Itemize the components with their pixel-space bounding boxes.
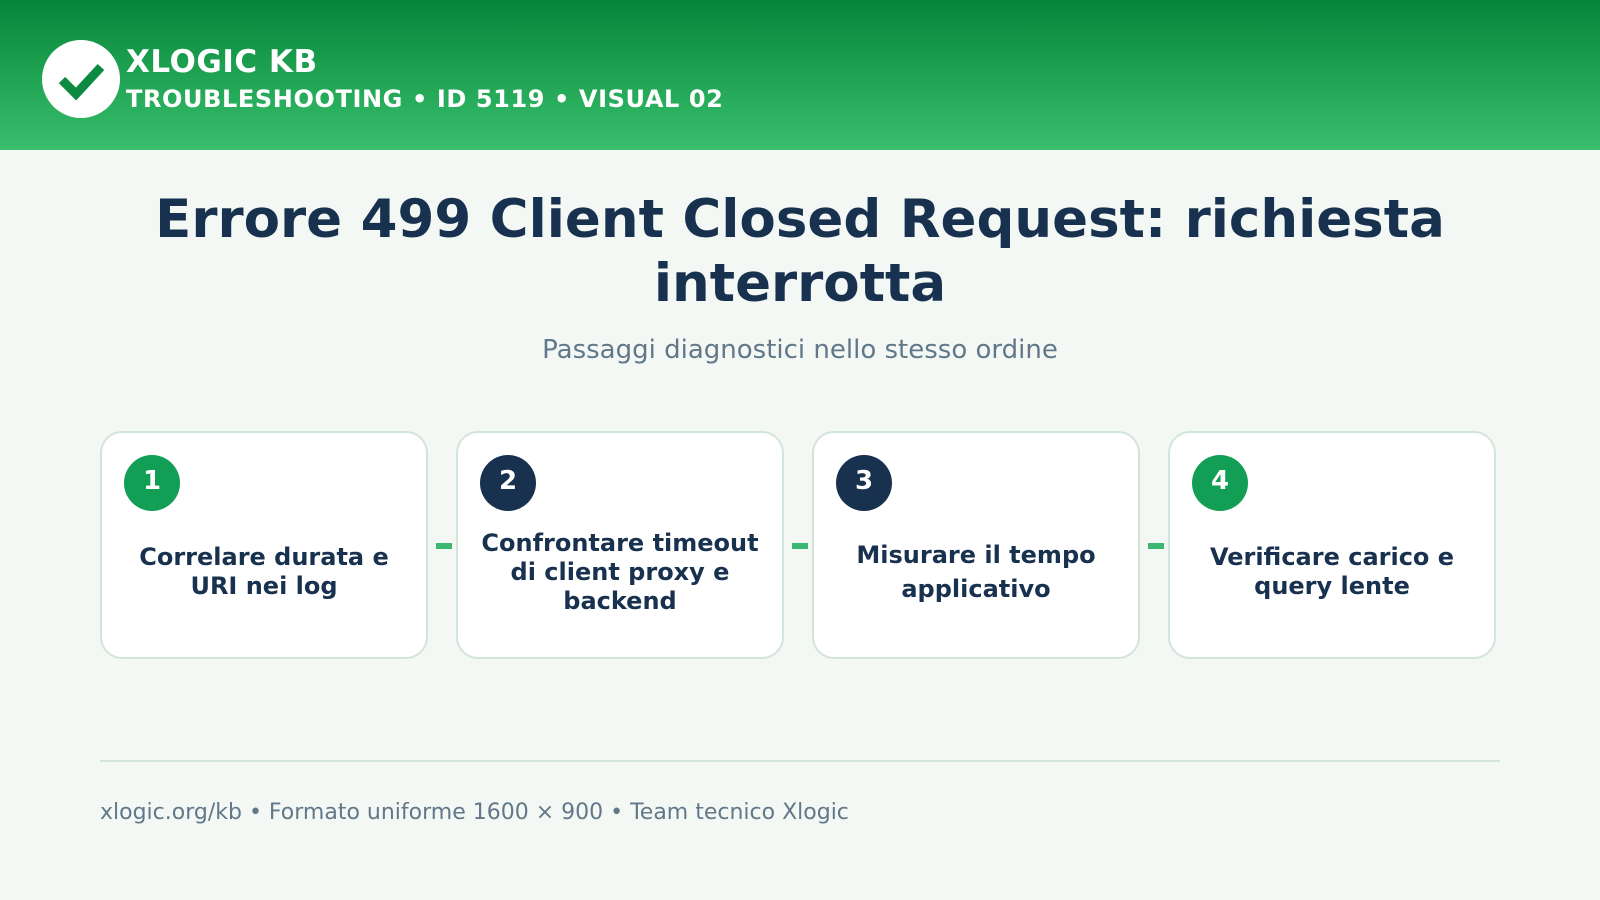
step-number-badge: 2 [480, 455, 536, 511]
step-number-badge: 4 [1192, 455, 1248, 511]
article-meta: TROUBLESHOOTING • ID 5119 • VISUAL 02 [126, 85, 724, 113]
step-card-2: 2 Confrontare timeout di client proxy e … [456, 431, 784, 659]
header-band: XLOGIC KB TROUBLESHOOTING • ID 5119 • VI… [0, 0, 1600, 150]
logo-badge [42, 40, 120, 118]
step-number-badge: 3 [836, 455, 892, 511]
footer-divider [100, 760, 1500, 762]
step-connector [436, 543, 452, 549]
step-label: Verificare carico e query lente [1209, 543, 1455, 600]
step-label: Correlare durata e URI nei log [139, 543, 389, 600]
step-connector [792, 543, 808, 549]
kb-visual-page: XLOGIC KB TROUBLESHOOTING • ID 5119 • VI… [0, 0, 1600, 900]
footer-text: xlogic.org/kb • Formato uniforme 1600 × … [100, 800, 849, 825]
checkmark-icon [58, 63, 105, 101]
step-card-1: 1 Correlare durata e URI nei log [100, 431, 428, 659]
step-number-badge: 1 [124, 455, 180, 511]
brand-name: XLOGIC KB [126, 44, 318, 80]
page-subtitle: Passaggi diagnostici nello stesso ordine [542, 335, 1058, 365]
step-label: Misurare il tempo applicativo [856, 541, 1096, 603]
step-label: Confrontare timeout di client proxy e ba… [481, 528, 759, 615]
step-card-3: 3 Misurare il tempo applicativo [812, 431, 1140, 659]
page-title: Errore 499 Client Closed Request: richie… [155, 189, 1445, 314]
step-connector [1148, 543, 1164, 549]
step-card-4: 4 Verificare carico e query lente [1168, 431, 1496, 659]
